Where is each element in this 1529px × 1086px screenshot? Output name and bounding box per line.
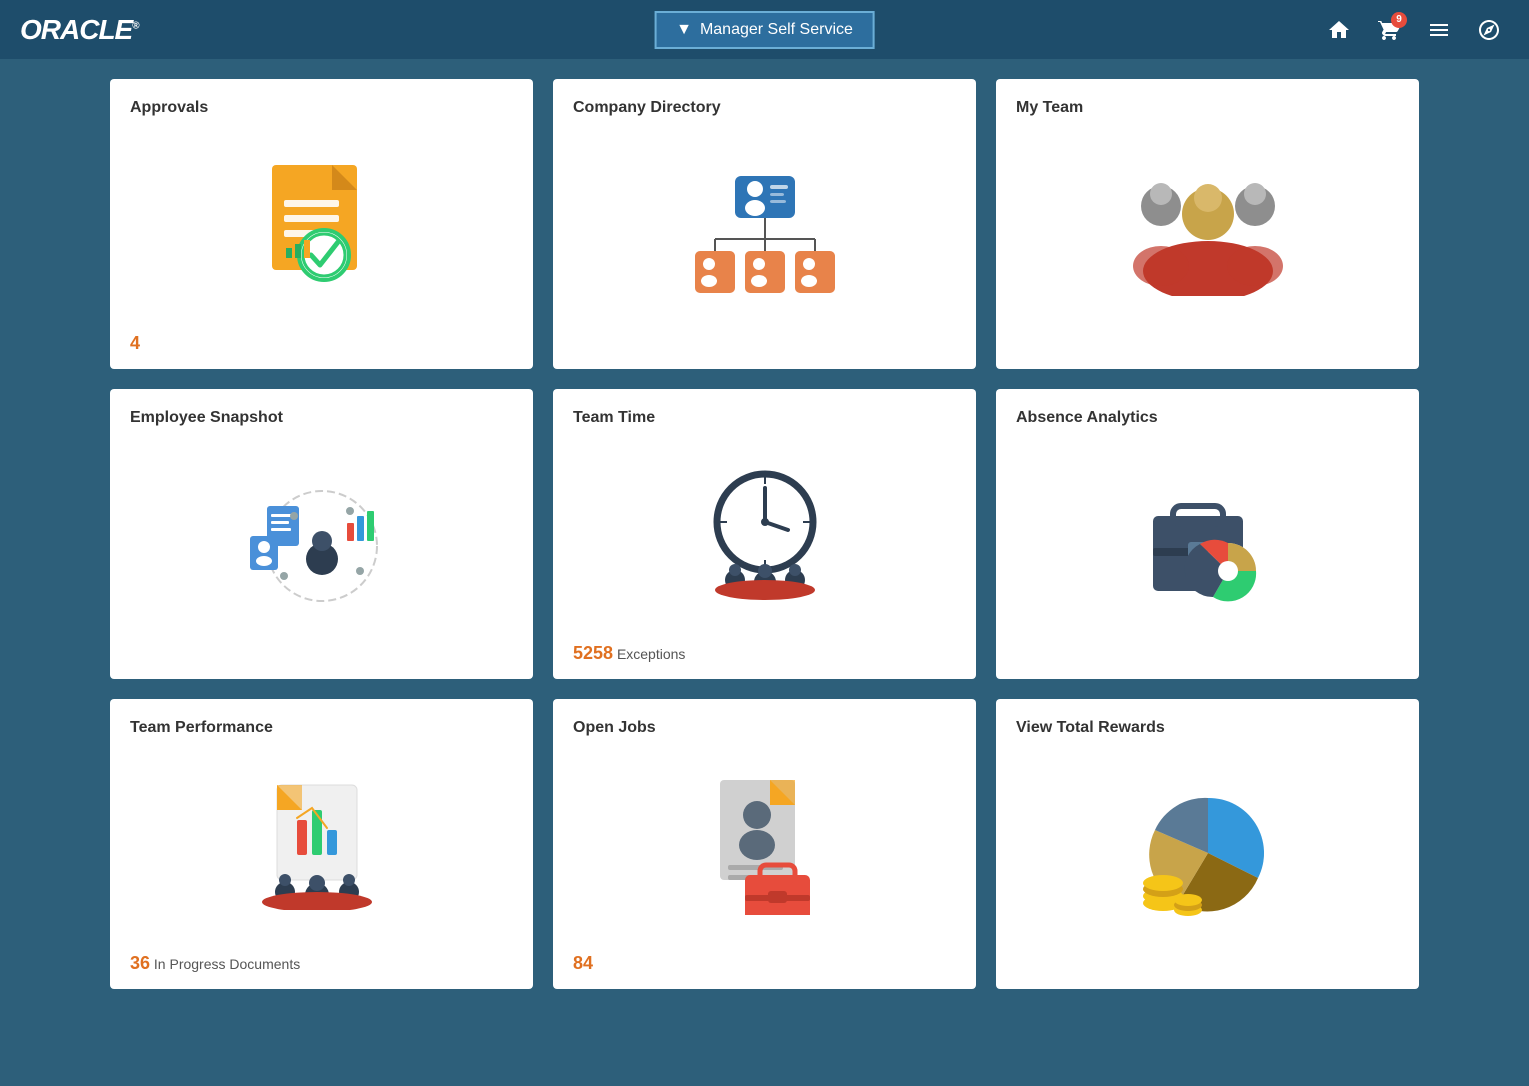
menu-icon[interactable] xyxy=(1419,10,1459,50)
home-icon[interactable] xyxy=(1319,10,1359,50)
tile-absence-analytics-footer xyxy=(1016,654,1399,664)
tile-view-total-rewards-icon xyxy=(1016,747,1399,964)
module-title-container: ▼ Manager Self Service xyxy=(654,11,875,49)
tile-open-jobs-number: 84 xyxy=(573,953,593,973)
tile-company-directory-footer xyxy=(573,344,956,354)
dashboard-grid: Approvals 4 xyxy=(0,59,1529,1009)
tile-open-jobs-title: Open Jobs xyxy=(573,719,956,737)
tile-my-team[interactable]: My Team xyxy=(996,79,1419,369)
compass-icon[interactable] xyxy=(1469,10,1509,50)
tile-approvals-title: Approvals xyxy=(130,99,513,117)
tile-approvals-number: 4 xyxy=(130,333,140,353)
tile-view-total-rewards-title: View Total Rewards xyxy=(1016,719,1399,737)
tile-team-time-icon xyxy=(573,437,956,633)
tile-absence-analytics-title: Absence Analytics xyxy=(1016,409,1399,427)
tile-absence-analytics[interactable]: Absence Analytics xyxy=(996,389,1419,679)
tile-open-jobs-footer: 84 xyxy=(573,943,956,974)
tile-team-time-footer: 5258 Exceptions xyxy=(573,633,956,664)
tile-employee-snapshot-footer xyxy=(130,654,513,664)
tile-open-jobs-icon xyxy=(573,747,956,943)
tile-team-performance-number: 36 xyxy=(130,953,150,973)
module-dropdown-arrow: ▼ xyxy=(676,21,692,39)
tile-team-time-title: Team Time xyxy=(573,409,956,427)
oracle-logo: ORACLE® xyxy=(20,14,139,46)
tile-approvals-icon xyxy=(130,127,513,323)
tile-view-total-rewards[interactable]: View Total Rewards xyxy=(996,699,1419,989)
tile-team-performance-footer: 36 In Progress Documents xyxy=(130,943,513,974)
header-actions: 9 xyxy=(1319,10,1509,50)
module-title-label: Manager Self Service xyxy=(700,21,853,39)
tile-employee-snapshot[interactable]: Employee Snapshot xyxy=(110,389,533,679)
tile-absence-analytics-icon xyxy=(1016,437,1399,654)
tile-team-performance-label: In Progress Documents xyxy=(154,956,300,972)
tile-team-performance-icon xyxy=(130,747,513,943)
tile-approvals-footer: 4 xyxy=(130,323,513,354)
tile-my-team-icon xyxy=(1016,127,1399,344)
tile-employee-snapshot-title: Employee Snapshot xyxy=(130,409,513,427)
tile-team-time-number: 5258 xyxy=(573,643,613,663)
tile-company-directory[interactable]: Company Directory xyxy=(553,79,976,369)
tile-view-total-rewards-footer xyxy=(1016,964,1399,974)
tile-open-jobs[interactable]: Open Jobs xyxy=(553,699,976,989)
tile-team-time-label: Exceptions xyxy=(617,646,685,662)
tile-team-performance-title: Team Performance xyxy=(130,719,513,737)
tile-employee-snapshot-icon xyxy=(130,437,513,654)
tile-my-team-footer xyxy=(1016,344,1399,354)
tile-company-directory-title: Company Directory xyxy=(573,99,956,117)
header: ORACLE® ▼ Manager Self Service 9 xyxy=(0,0,1529,59)
tile-approvals[interactable]: Approvals 4 xyxy=(110,79,533,369)
cart-badge: 9 xyxy=(1391,12,1407,28)
tile-team-time[interactable]: Team Time xyxy=(553,389,976,679)
tile-team-performance[interactable]: Team Performance xyxy=(110,699,533,989)
module-title-button[interactable]: ▼ Manager Self Service xyxy=(654,11,875,49)
cart-icon[interactable]: 9 xyxy=(1369,10,1409,50)
tile-company-directory-icon xyxy=(573,127,956,344)
tile-my-team-title: My Team xyxy=(1016,99,1399,117)
